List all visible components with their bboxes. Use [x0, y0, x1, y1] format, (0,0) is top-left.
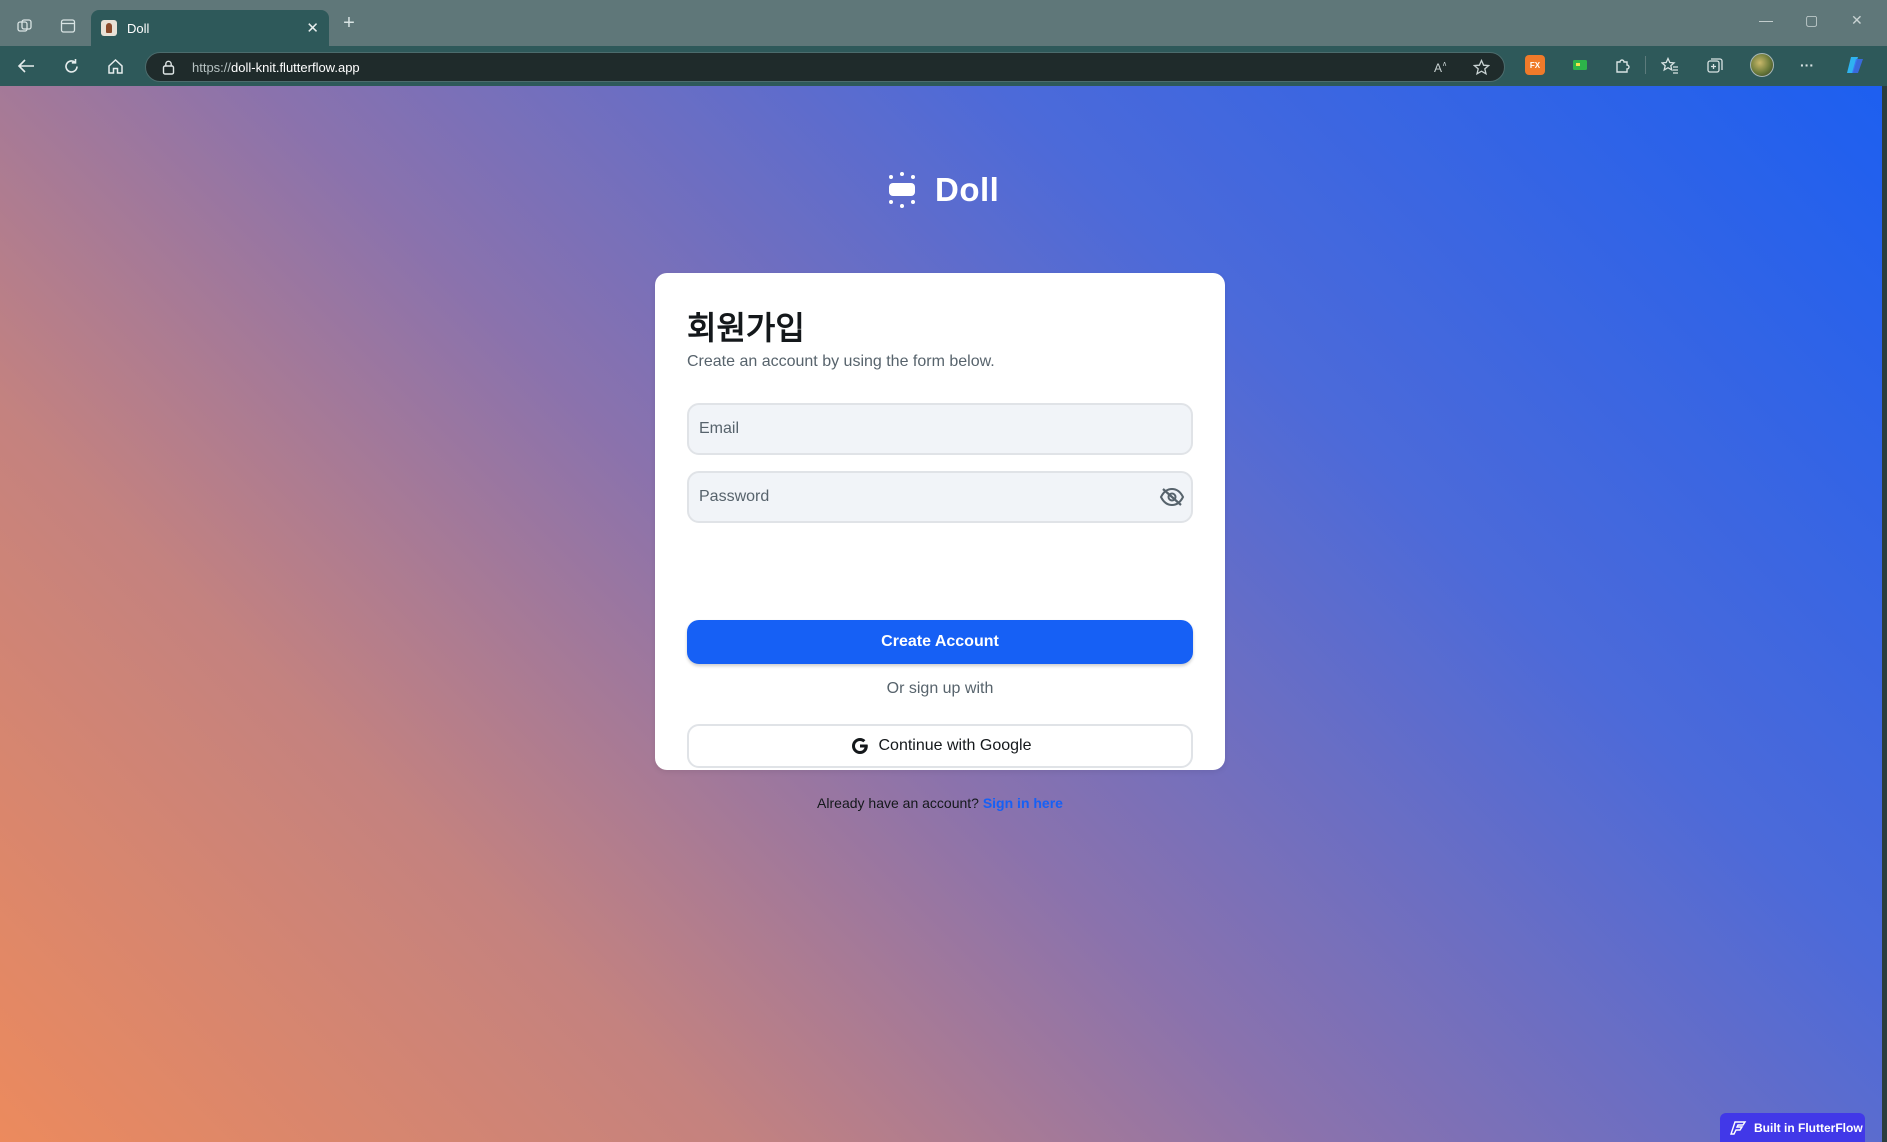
password-field[interactable]	[687, 471, 1193, 523]
or-divider-text: Or sign up with	[886, 680, 994, 697]
create-account-button[interactable]: Create Account	[687, 620, 1193, 664]
built-in-flutterflow-badge[interactable]: Built in FlutterFlow	[1720, 1113, 1865, 1142]
signup-card: 회원가입 Create an account by using the form…	[655, 273, 1225, 811]
doll-logo-icon	[885, 170, 919, 210]
extensions-puzzle-icon[interactable]	[1612, 55, 1632, 75]
google-button-label: Continue with Google	[878, 737, 1032, 754]
collections-icon[interactable]	[1705, 55, 1725, 75]
profile-avatar[interactable]	[1750, 53, 1774, 77]
sign-in-link[interactable]: Sign in here	[983, 795, 1063, 811]
more-menu-icon[interactable]: ···	[1796, 55, 1818, 75]
favorite-star-icon[interactable]	[1472, 58, 1491, 79]
signin-prompt-text: Already have an account?	[817, 795, 983, 811]
brand-name: Doll	[935, 171, 1000, 208]
maximize-button[interactable]: ▢	[1805, 12, 1818, 29]
flutterflow-icon	[1730, 1120, 1747, 1135]
url-host: doll-knit.flutterflow.app	[231, 60, 360, 75]
tab-title: Doll	[127, 20, 150, 36]
read-aloud-icon[interactable]: A ∧	[1433, 59, 1449, 78]
google-icon	[849, 735, 871, 757]
page-title: 회원가입	[687, 309, 805, 347]
favorites-icon[interactable]	[1660, 55, 1680, 75]
url-text[interactable]: https://doll-knit.flutterflow.app	[192, 60, 360, 75]
minimize-button[interactable]: —	[1759, 12, 1773, 28]
email-input[interactable]	[699, 417, 1139, 441]
toolbar-separator	[1645, 56, 1646, 74]
refresh-icon[interactable]	[59, 55, 83, 77]
browser-titlebar: Doll ✕ + — ▢ ✕	[0, 0, 1887, 46]
green-extension-icon[interactable]	[1570, 55, 1590, 75]
close-window-button[interactable]: ✕	[1851, 12, 1863, 29]
tab-favicon-icon	[101, 20, 117, 36]
signup-subtitle: Create an account by using the form belo…	[687, 353, 995, 370]
browser-tab-doll[interactable]: Doll ✕	[91, 10, 329, 46]
page-background: Doll 회원가입 Create an account by using the…	[0, 86, 1882, 1142]
tab-actions-icon[interactable]	[57, 15, 79, 37]
signin-prompt: Already have an account? Sign in here	[655, 795, 1225, 811]
copilot-icon[interactable]	[1843, 53, 1867, 77]
svg-text:∧: ∧	[1442, 61, 1447, 68]
home-icon[interactable]	[103, 55, 127, 77]
url-scheme: https://	[192, 60, 232, 75]
visibility-off-icon[interactable]	[1159, 487, 1185, 507]
tab-close-icon[interactable]: ✕	[306, 19, 319, 37]
new-tab-button[interactable]: +	[338, 12, 360, 34]
workspaces-icon[interactable]	[14, 15, 36, 37]
google-signin-button[interactable]: Continue with Google	[687, 724, 1193, 768]
badge-label: Built in FlutterFlow	[1754, 1120, 1863, 1135]
window-edge	[1882, 86, 1887, 1142]
brand-header: Doll	[885, 170, 999, 210]
address-bar[interactable]: https://doll-knit.flutterflow.app A ∧	[145, 52, 1505, 82]
lock-icon[interactable]	[162, 60, 175, 75]
email-field[interactable]	[687, 403, 1193, 455]
password-input[interactable]	[699, 485, 1139, 509]
fx-extension-icon[interactable]: FX	[1525, 55, 1545, 75]
back-icon[interactable]	[14, 55, 38, 77]
svg-text:A: A	[1434, 61, 1442, 75]
